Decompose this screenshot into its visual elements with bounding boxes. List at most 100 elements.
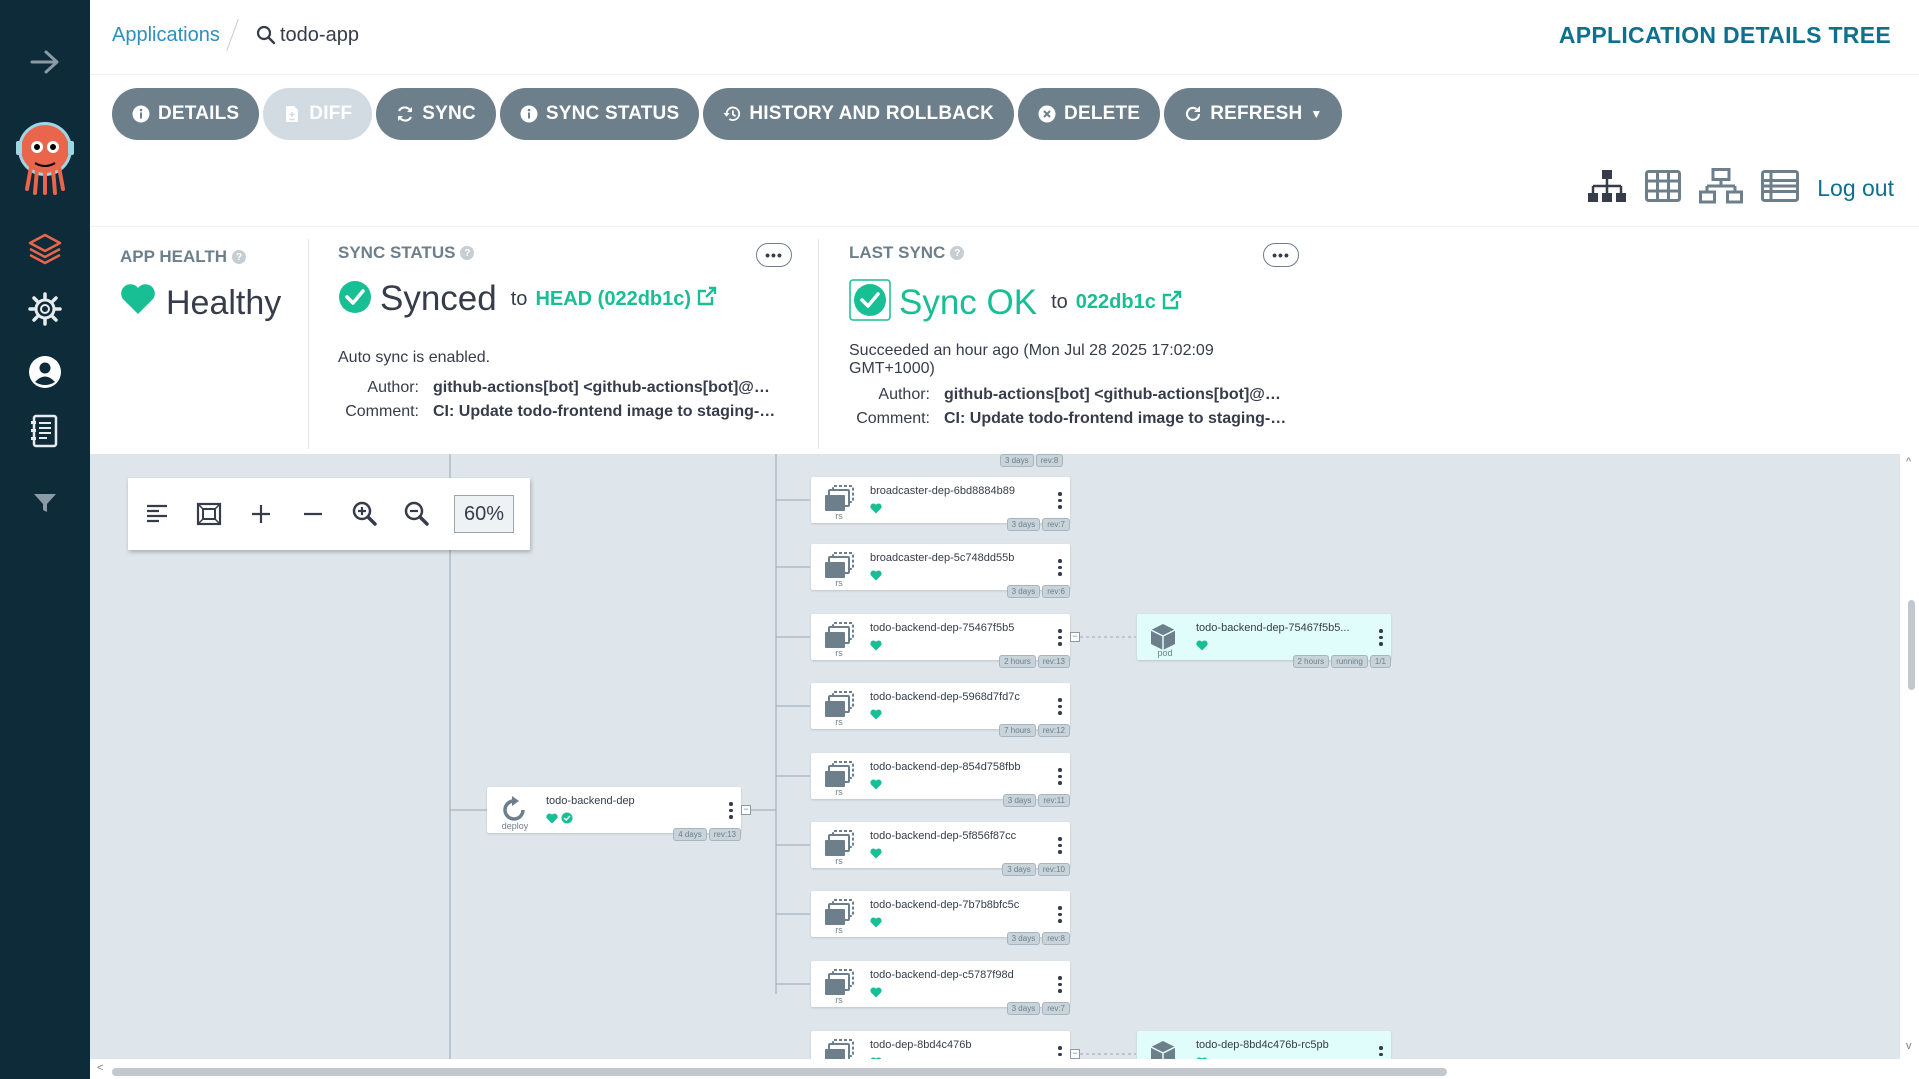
expand-plus-icon[interactable] [246,499,276,529]
pods-grid-view-icon[interactable] [1645,170,1682,207]
node-menu-button[interactable] [1058,1046,1062,1059]
user-account-icon[interactable] [0,352,90,392]
last-sync-panel: LAST SYNC? ••• Sync OK to 022db1c Succee… [849,243,1309,428]
refresh-button[interactable]: REFRESH ▼ [1164,88,1343,140]
applications-layers-icon[interactable] [0,229,90,269]
heart-icon [546,811,558,829]
node-menu-button[interactable] [1058,837,1062,854]
list-view-icon[interactable] [1761,170,1800,207]
view-switcher: Log out [1587,168,1894,209]
argo-logo-icon[interactable] [0,118,90,196]
sync-button[interactable]: SYNC [376,88,496,140]
sync-status-button[interactable]: SYNC STATUS [499,88,700,140]
revision-tag: rev:13 [1037,655,1070,668]
replicaset-node[interactable]: rs broadcaster-dep-5c748dd55b 3 days rev:6 [811,544,1070,598]
search-icon[interactable] [256,25,276,50]
node-menu-button[interactable] [1058,492,1062,509]
help-icon[interactable]: ? [950,246,965,260]
pod-node[interactable]: pod todo-backend-dep-75467f5b5... 2 hours r… [1137,614,1391,668]
sidebar [0,0,90,1079]
replicaset-node[interactable]: rs todo-backend-dep-5968d7fd7c 7 hours rev:… [811,683,1070,737]
revision-tag: rev:12 [1037,724,1070,737]
node-menu-button[interactable] [1058,629,1062,646]
heart-icon [870,915,882,933]
history-rollback-button[interactable]: HISTORY AND ROLLBACK [703,88,1015,140]
node-menu-button[interactable] [1058,698,1062,715]
tree-view-icon[interactable] [1587,169,1627,208]
breadcrumb-applications-link[interactable]: Applications [112,24,220,47]
horizontal-scrollbar[interactable] [112,1068,1447,1076]
collapse-node-toggle[interactable]: − [741,805,751,815]
node-menu-button[interactable] [729,802,733,819]
page-title: APPLICATION DETAILS TREE [1558,22,1891,48]
zoom-out-icon[interactable] [402,499,432,529]
fit-screen-icon[interactable] [194,499,224,529]
more-options-button[interactable]: ••• [756,243,792,267]
top-bar: Applications todo-app APPLICATION DETAIL… [90,0,1919,75]
replicaset-node[interactable]: rstodo-dep-8bd4c476b [811,1031,1070,1059]
vertical-scrollbar[interactable] [1908,600,1915,690]
panel-divider [818,239,819,449]
resource-tree-graph[interactable]: 3 days rev:8 60% deploy todo-backend-dep… [90,454,1900,1059]
node-menu-button[interactable] [1379,1046,1383,1059]
node-menu-button[interactable] [1379,629,1383,646]
details-button[interactable]: DETAILS [112,88,260,140]
refresh-icon [1184,105,1202,123]
node-status [870,1055,882,1059]
file-diff-icon [283,105,301,123]
last-sync-label: LAST SYNC [849,243,946,262]
age-tag: 3 days [1000,454,1034,467]
collapse-node-toggle[interactable]: − [1070,632,1080,642]
history-clock-icon [723,105,741,123]
more-options-button[interactable]: ••• [1263,243,1299,267]
node-tags: 3 days rev:8 [1006,932,1070,945]
diff-button[interactable]: DIFF [263,88,373,140]
replicaset-node[interactable]: rs todo-backend-dep-5f856f87cc 3 days rev:1… [811,822,1070,876]
age-tag: 3 days [1006,932,1041,945]
scroll-left-icon[interactable]: < [97,1062,103,1074]
zoom-in-icon[interactable] [350,499,380,529]
delete-button[interactable]: DELETE [1018,88,1161,140]
replicaset-node[interactable]: rs todo-backend-dep-7b7b8bfc5c 3 days rev:8 [811,891,1070,945]
sync-revision-text: HEAD (022db1c) [535,287,692,310]
documentation-book-icon[interactable] [0,410,90,452]
node-menu-button[interactable] [1058,906,1062,923]
node-tags: 2 hours rev:13 [999,655,1070,668]
node-tags: 3 days rev:7 [1006,1002,1070,1015]
replicaset-node[interactable]: rs todo-backend-dep-854d758fbb 3 days rev:1… [811,753,1070,807]
node-menu-button[interactable] [1058,976,1062,993]
ready-count-tag: 1/1 [1369,655,1391,668]
node-name: todo-dep-8bd4c476b-rc5pb [1196,1039,1329,1051]
pod-node[interactable]: podtodo-dep-8bd4c476b-rc5pb [1137,1031,1391,1059]
network-view-icon[interactable] [1699,168,1744,209]
settings-gear-icon[interactable] [0,289,90,329]
help-icon[interactable]: ? [232,250,247,264]
node-menu-button[interactable] [1058,559,1062,576]
collapse-minus-icon[interactable] [298,499,328,529]
replicaset-node[interactable]: rs todo-backend-dep-c5787f98d 3 days rev:7 [811,961,1070,1015]
scroll-down-icon[interactable]: v [1906,1040,1912,1052]
filter-funnel-icon[interactable] [0,488,90,518]
node-kind: rs [835,511,843,521]
breadcrumb-current-app[interactable]: todo-app [280,24,359,47]
node-menu-button[interactable] [1058,768,1062,785]
last-sync-revision-link[interactable]: 022db1c [1076,290,1182,316]
logout-link[interactable]: Log out [1817,175,1894,202]
zoom-level-field[interactable]: 60% [454,495,514,533]
expand-arrow-icon[interactable] [0,44,90,80]
node-status [870,568,882,586]
help-icon[interactable]: ? [460,246,475,260]
node-name: todo-backend-dep [546,795,635,807]
sync-revision-link[interactable]: HEAD (022db1c) [535,286,717,312]
heart-icon [870,846,882,864]
replicaset-node[interactable]: rs todo-backend-dep-75467f5b5 2 hours rev:1… [811,614,1070,668]
collapse-node-toggle[interactable]: − [1070,1049,1080,1059]
replicaset-node[interactable]: rs broadcaster-dep-6bd8884b89 3 days rev:7 [811,477,1070,531]
scroll-up-icon[interactable]: ^ [1906,456,1911,468]
node-status [1196,638,1208,656]
revision-tag: rev:7 [1042,1002,1070,1015]
sync-ok-check-icon [849,279,891,326]
deployment-node[interactable]: deploy todo-backend-dep 4 days rev:13 [487,787,741,841]
align-left-icon[interactable] [142,499,172,529]
node-name: broadcaster-dep-5c748dd55b [870,552,1015,564]
